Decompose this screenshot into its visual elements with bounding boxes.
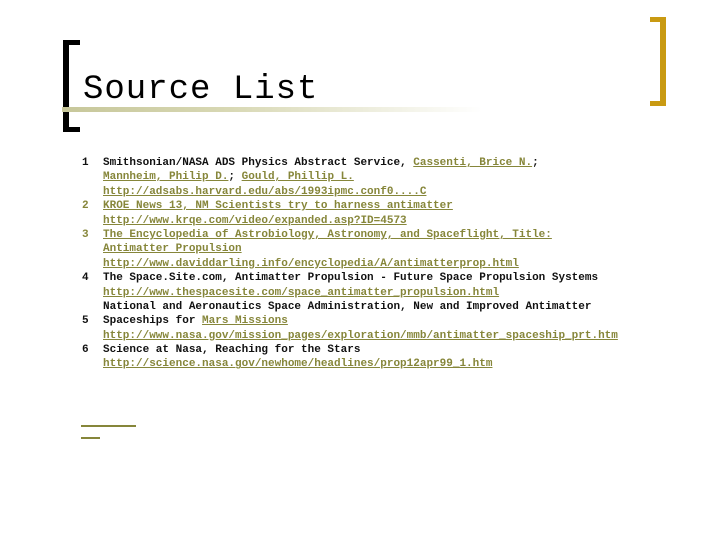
source-list: 1 Smithsonian/NASA ADS Physics Abstract S… (82, 156, 702, 372)
author-link[interactable]: Mannheim, Philip D. (103, 171, 228, 183)
source-url-link[interactable]: http://www.krqe.com/video/expanded.asp?I… (82, 215, 407, 227)
source-number: 6 (82, 344, 89, 357)
source-number: 2 (82, 200, 89, 213)
source-item-3-url: http://www.daviddarling.info/encyclopedi… (82, 257, 702, 271)
source-text: National and Aeronautics Space Administr… (103, 300, 592, 313)
source-item-4: 4 The Space.Site.com, Antimatter Propulsi… (82, 271, 702, 285)
source-number: 5 (82, 315, 89, 328)
source-item-1-url: http://adsabs.harvard.edu/abs/1993ipmc.c… (82, 185, 702, 199)
source-text: The Space.Site.com, Antimatter Propulsio… (103, 272, 599, 285)
source-item-3: 3 The Encyclopedia of Astrobiology, Astro… (82, 228, 702, 242)
source-text: Smithsonian/NASA ADS Physics Abstract Se… (103, 157, 414, 169)
source-number: 3 (82, 228, 89, 241)
title-underline-rule (62, 107, 482, 112)
source-item-5: 5 Spaceships for Mars Missions (82, 314, 702, 328)
source-item-4-url: http://www.thespacesite.com/space_antima… (82, 286, 702, 300)
source-text: Science at Nasa, Reaching for the Stars (103, 344, 361, 357)
source-number: 1 (82, 157, 89, 169)
source-text: Spaceships for (103, 315, 203, 328)
source-item-2-url: http://www.krqe.com/video/expanded.asp?I… (82, 214, 702, 228)
source-title-link[interactable]: Antimatter Propulsion (82, 243, 242, 255)
source-title-link[interactable]: 2 KROE News 13, NM Scientists try to harn… (82, 200, 453, 212)
source-url: http://www.daviddarling.info/encyclopedi… (103, 257, 519, 270)
mars-missions-link[interactable]: Mars Missions (202, 315, 288, 327)
source-number: 4 (82, 272, 89, 285)
source-url: http://www.krqe.com/video/expanded.asp?I… (103, 214, 407, 227)
source-item-1-authors: Mannheim, Philip D.; Gould, Phillip L. (82, 170, 702, 184)
source-item-5-line1: National and Aeronautics Space Administr… (82, 300, 702, 314)
source-item-1: 1 Smithsonian/NASA ADS Physics Abstract S… (82, 156, 702, 170)
separator: ; (228, 171, 242, 184)
empty-link-underline[interactable] (81, 437, 100, 439)
source-title-link[interactable]: 3 The Encyclopedia of Astrobiology, Astro… (82, 229, 552, 241)
source-item-6-url: http://science.nasa.gov/newhome/headline… (82, 357, 702, 371)
author-link[interactable]: Gould, Phillip L. (242, 171, 354, 183)
source-item-5-url: http://www.nasa.gov/mission_pages/explor… (82, 329, 702, 343)
source-url-link[interactable]: http://www.daviddarling.info/encyclopedi… (82, 258, 519, 270)
left-bracket-decoration (63, 40, 80, 132)
author-link[interactable]: Cassenti, Brice N. (413, 157, 532, 169)
source-url-link[interactable]: http://www.thespacesite.com/space_antima… (103, 287, 499, 299)
source-url-link[interactable]: http://adsabs.harvard.edu/abs/1993ipmc.c… (103, 186, 426, 198)
source-item-3-title2: Antimatter Propulsion (82, 242, 702, 256)
empty-link-underline[interactable] (81, 425, 136, 427)
separator: ; (532, 157, 546, 169)
slide-title: Source List (83, 71, 319, 109)
source-title: KROE News 13, NM Scientists try to harne… (103, 200, 453, 213)
right-bracket-decoration (650, 17, 666, 106)
source-url-link[interactable]: http://science.nasa.gov/newhome/headline… (103, 358, 492, 370)
source-title: The Encyclopedia of Astrobiology, Astron… (103, 228, 552, 241)
source-url-link[interactable]: http://www.nasa.gov/mission_pages/explor… (103, 330, 618, 342)
source-item-2: 2 KROE News 13, NM Scientists try to harn… (82, 199, 702, 213)
source-title: Antimatter Propulsion (103, 243, 242, 256)
source-item-6: 6 Science at Nasa, Reaching for the Stars (82, 343, 702, 357)
